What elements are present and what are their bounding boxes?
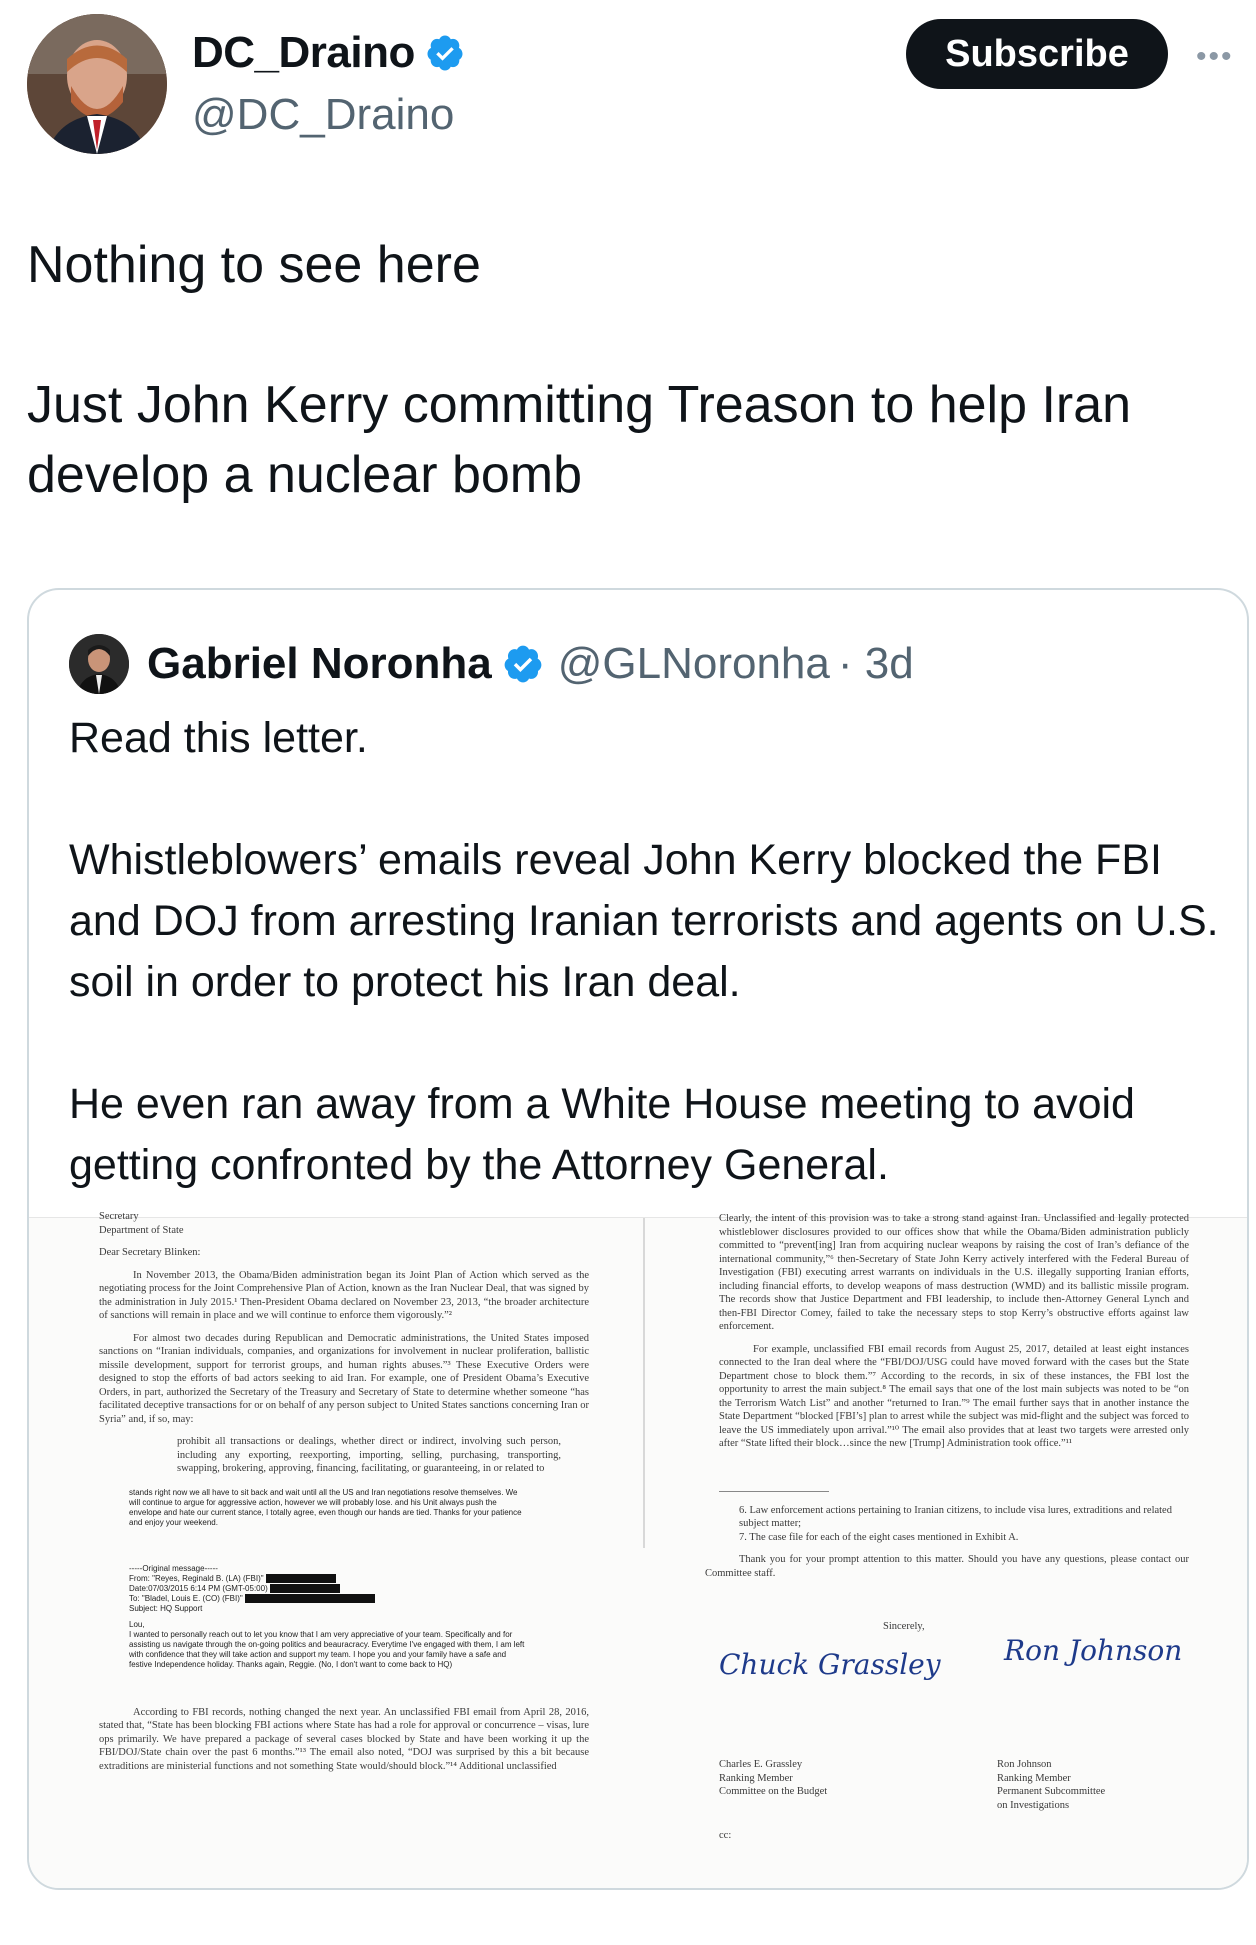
letter-paragraph: According to FBI records, nothing change… <box>99 1706 589 1772</box>
tweet-body: Nothing to see here Just John Kerry comm… <box>27 230 1227 510</box>
letter-list-item: 7. The case file for each of the eight c… <box>739 1531 1019 1543</box>
letter-text: Dear Secretary Blinken: <box>99 1247 201 1258</box>
letter-right-page: Clearly, the intent of this provision wa… <box>705 1212 1189 1634</box>
quoted-text-paragraph: Whistleblowers’ emails reveal John Kerry… <box>69 836 1219 1006</box>
email-text: stands right now we all have to sit back… <box>129 1487 522 1527</box>
signatory-johnson: Ron Johnson Ranking Member Permanent Sub… <box>997 1758 1197 1812</box>
verified-badge-icon <box>504 645 542 683</box>
quoted-display-name[interactable]: Gabriel Noronha <box>147 639 492 689</box>
signature-johnson: Ron Johnson <box>1004 1634 1183 1667</box>
letter-paragraph: Clearly, the intent of this provision wa… <box>719 1213 1189 1332</box>
footnote-rule <box>719 1490 829 1492</box>
signatory-role: Committee on the Budget <box>719 1786 828 1797</box>
letter-image[interactable]: Secretary Department of State Dear Secre… <box>29 1211 1247 1888</box>
author-handle[interactable]: @DC_Draino <box>192 90 454 140</box>
email-meta: From: "Reyes, Reginald B. (LA) (FBI)" <box>129 1574 529 1584</box>
email-meta: Subject: HQ Support <box>129 1603 203 1613</box>
quoted-text-paragraph: He even ran away from a White House meet… <box>69 1080 1135 1189</box>
quoted-tweet-card[interactable]: Gabriel Noronha @GLNoronha · 3d Read thi… <box>27 588 1249 1890</box>
page-divider <box>643 1218 645 1548</box>
letter-cc: cc: <box>719 1829 732 1841</box>
letter-paragraph: In November 2013, the Obama/Biden admini… <box>99 1269 589 1322</box>
letter-text: Department of State <box>99 1224 184 1236</box>
quoted-timestamp[interactable]: · 3d <box>838 639 914 689</box>
email-excerpt: stands right now we all have to sit back… <box>129 1488 529 1670</box>
author-display-name[interactable]: DC_Draino <box>192 28 415 78</box>
letter-left-page: Secretary Department of State Dear Secre… <box>99 1210 589 1782</box>
quoted-handle[interactable]: @GLNoronha <box>558 639 830 689</box>
quoted-tweet-header: Gabriel Noronha @GLNoronha · 3d <box>69 634 914 694</box>
letter-list-item: 6. Law enforcement actions pertaining to… <box>739 1504 1172 1530</box>
email-meta: -----Original message----- <box>129 1563 218 1573</box>
signature-grassley: Chuck Grassley <box>719 1648 941 1681</box>
verified-badge-icon <box>427 35 463 71</box>
email-meta: To: "Bladel, Louis E. (CO) (FBI)" <box>129 1594 529 1604</box>
letter-text: Sincerely, <box>883 1621 925 1632</box>
subscribe-button[interactable]: Subscribe <box>906 19 1168 89</box>
letter-paragraph: For example, unclassified FBI email reco… <box>719 1343 1189 1450</box>
letter-paragraph: For almost two decades during Republican… <box>99 1332 589 1425</box>
more-horizontal-icon[interactable]: ••• <box>1196 40 1234 74</box>
signatory-name: Charles E. Grassley <box>719 1759 803 1770</box>
letter-blockquote: prohibit all transactions or dealings, w… <box>177 1436 561 1474</box>
author-avatar[interactable] <box>27 14 167 154</box>
signatory-grassley: Charles E. Grassley Ranking Member Commi… <box>719 1758 919 1842</box>
letter-text: Secretary <box>99 1211 139 1222</box>
tweet-header: DC_Draino @DC_Draino Subscribe ••• <box>0 0 1256 170</box>
tweet-text-line: Just John Kerry committing Treason to he… <box>27 376 1132 504</box>
signatory-name: Ron Johnson <box>997 1759 1052 1770</box>
email-meta: Lou, <box>129 1619 145 1629</box>
signatory-role: Ranking Member <box>997 1772 1071 1784</box>
signatory-role: Permanent Subcommittee <box>997 1786 1106 1797</box>
signatory-role: on Investigations <box>997 1799 1070 1811</box>
email-text: I wanted to personally reach out to let … <box>129 1629 525 1669</box>
quoted-text-paragraph: Read this letter. <box>69 714 368 762</box>
tweet-text-line: Nothing to see here <box>27 236 481 294</box>
quoted-author-avatar[interactable] <box>69 634 129 694</box>
author-name-row: DC_Draino <box>192 28 465 78</box>
signatory-role: Ranking Member <box>719 1772 793 1784</box>
quoted-tweet-body: Read this letter. Whistleblowers’ emails… <box>69 708 1219 1196</box>
letter-paragraph: Thank you for your prompt attention to t… <box>705 1554 1189 1579</box>
email-meta: Date:07/03/2015 6:14 PM (GMT-05:00) <box>129 1584 529 1594</box>
